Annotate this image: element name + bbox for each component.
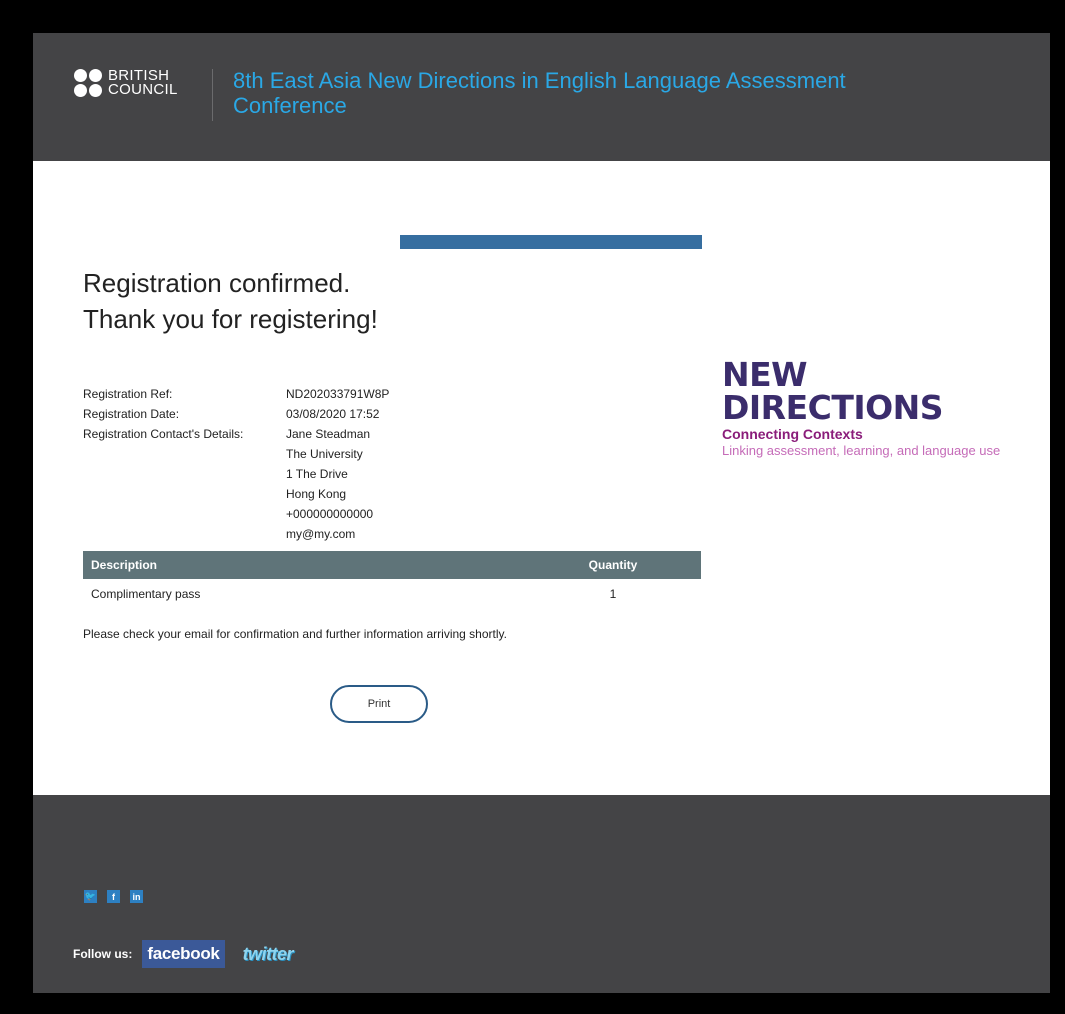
brand-tagline2: Linking assessment, learning, and langua… — [722, 443, 1001, 458]
british-council-logo[interactable]: BRITISH COUNCIL — [74, 68, 194, 109]
facebook-icon[interactable]: f — [107, 890, 120, 903]
brand-line1: NEW — [722, 355, 808, 394]
contact-label: Registration Contact's Details: — [83, 427, 244, 441]
confirmation-line1: Registration confirmed. — [83, 268, 351, 298]
item-description: Complimentary pass — [91, 587, 201, 601]
contact-city: Hong Kong — [286, 487, 347, 501]
contact-name: Jane Steadman — [286, 427, 371, 441]
follow-us: Follow us: facebook twitter — [73, 940, 294, 968]
table-header-row: Description Quantity — [83, 551, 701, 579]
twitter-button[interactable]: twitter — [243, 944, 294, 965]
brand-line2: DIRECTIONS — [722, 388, 944, 427]
brand-tagline1: Connecting Contexts — [722, 426, 863, 442]
ref-value: ND202033791W8P — [286, 387, 390, 401]
email-notice: Please check your email for confirmation… — [83, 627, 507, 641]
accent-bar — [400, 235, 702, 249]
confirmation-heading: Registration confirmed. Thank you for re… — [83, 265, 583, 337]
linkedin-icon[interactable]: in — [130, 890, 143, 903]
item-quantity: 1 — [609, 587, 617, 601]
ref-label: Registration Ref: — [83, 387, 173, 401]
confirmation-line2: Thank you for registering! — [83, 304, 378, 334]
contact-street: 1 The Drive — [286, 467, 348, 481]
detail-row-ref: Registration Ref: ND202033791W8P — [83, 384, 389, 404]
follow-label: Follow us: — [73, 947, 133, 961]
new-directions-logo: NEW DIRECTIONS Connecting Contexts Linki… — [722, 358, 1000, 458]
detail-row-date: Registration Date: 03/08/2020 17:52 — [83, 404, 389, 424]
column-header-description: Description — [83, 551, 525, 579]
contact-details: Jane Steadman The University 1 The Drive… — [286, 424, 373, 544]
contact-phone: +000000000000 — [286, 507, 374, 521]
column-header-quantity: Quantity — [525, 551, 701, 579]
registration-details: Registration Ref: ND202033791W8P Registr… — [83, 384, 389, 544]
header-divider — [212, 69, 213, 121]
british-council-dots-icon — [74, 69, 102, 97]
org-line2: COUNCIL — [108, 81, 178, 98]
table-row: Complimentary pass 1 — [83, 579, 701, 609]
date-value: 03/08/2020 17:52 — [286, 407, 380, 421]
order-table: Description Quantity Complimentary pass … — [83, 551, 701, 609]
footer: 🐦 f in Follow us: facebook twitter — [33, 795, 1050, 993]
page-frame: BRITISH COUNCIL 8th East Asia New Direct… — [33, 33, 1050, 993]
british-council-wordmark: BRITISH COUNCIL — [108, 68, 178, 98]
detail-row-contact: Registration Contact's Details: Jane Ste… — [83, 424, 389, 544]
facebook-button[interactable]: facebook — [142, 940, 225, 968]
social-icons: 🐦 f in — [84, 890, 143, 903]
conference-title: 8th East Asia New Directions in English … — [233, 68, 846, 118]
date-label: Registration Date: — [83, 407, 180, 421]
twitter-icon[interactable]: 🐦 — [84, 890, 97, 903]
contact-email: my@my.com — [286, 527, 356, 541]
header: BRITISH COUNCIL 8th East Asia New Direct… — [33, 33, 1050, 161]
print-button[interactable]: Print — [330, 685, 428, 723]
contact-org: The University — [286, 447, 363, 461]
